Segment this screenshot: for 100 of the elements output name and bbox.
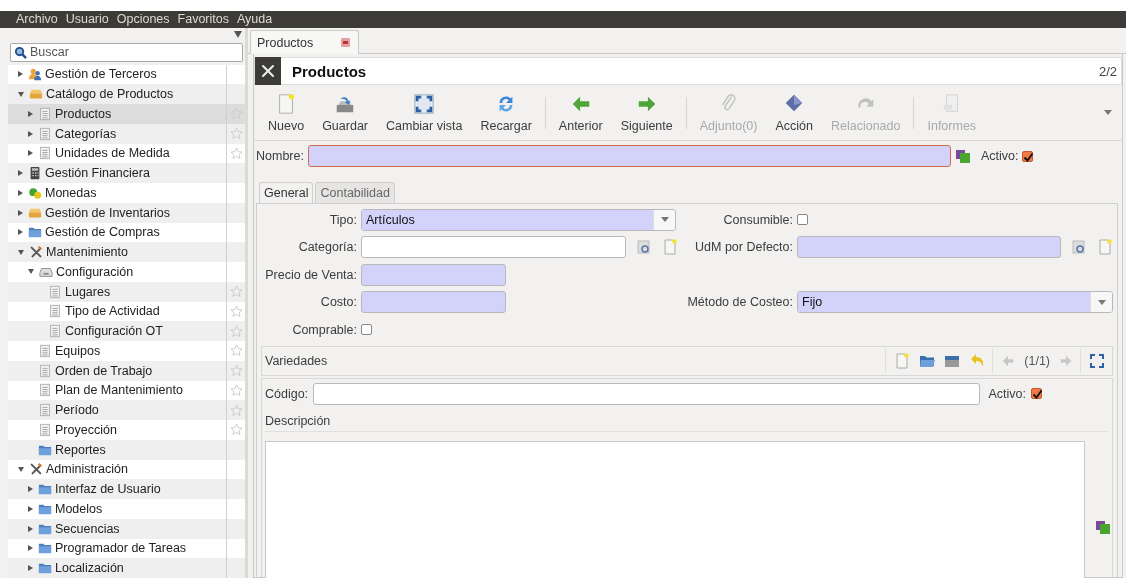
calculator-icon [28,166,42,181]
section-title: Variedades [265,353,329,368]
document-icon [38,383,52,398]
checkbox[interactable] [797,214,808,226]
tree-item-label: Gestión de Inventarios [45,205,171,220]
tree-row[interactable]: Secuencias [8,518,245,539]
expander-icon[interactable] [18,170,23,177]
tree-item-label: Interfaz de Usuario [55,482,161,497]
coins-icon [28,185,42,200]
expander-icon[interactable] [18,189,23,196]
tree-row[interactable]: Reportes [8,439,245,460]
expander-icon[interactable] [18,209,23,216]
document-icon [38,106,52,121]
field-label: Nombre: [256,149,304,163]
expander-icon[interactable] [28,150,33,157]
tree-row[interactable]: Orden de Trabajo [8,360,245,381]
expander-icon[interactable] [18,466,24,472]
field-label: Categoría: [297,240,357,255]
input-field[interactable] [361,291,506,314]
tree-row[interactable]: Configuración OT [8,321,245,341]
star-icon[interactable] [229,344,243,358]
action-button[interactable]: Acción [766,88,822,137]
menu-item[interactable]: Usuario [61,11,113,28]
close-icon[interactable] [341,38,351,47]
tools-icon [29,245,43,260]
star-icon[interactable] [229,423,243,437]
menu-item[interactable]: Favoritos [173,11,233,28]
new-button[interactable]: Nuevo [259,88,314,137]
checkbox[interactable] [361,324,372,336]
search-icon [14,45,27,59]
tree-item-label: Mantenimiento [46,245,128,260]
document-tab[interactable]: Productos [250,30,360,54]
form-tab[interactable]: General [259,182,314,204]
tree-item-label: Catálogo de Productos [46,87,174,102]
expander-icon[interactable] [18,71,23,78]
people-icon [28,67,42,82]
input-field[interactable] [797,236,1061,259]
previous-button[interactable]: Anterior [549,88,612,137]
star-icon[interactable] [229,403,243,417]
tree-row[interactable]: Mantenimiento [8,242,245,262]
tree-item-label: Reportes [55,442,106,457]
overlapping-squares-icon[interactable] [1095,518,1111,535]
pager-text: (1/1) [1024,353,1050,368]
switch-button[interactable]: Cambiar vista [377,88,472,137]
star-icon[interactable] [229,285,243,299]
form-tab[interactable]: Contabilidad [315,182,395,203]
checkbox[interactable] [1022,150,1034,162]
menu-item[interactable]: Ayuda [233,11,277,28]
input-field[interactable] [361,236,626,259]
expander-icon[interactable] [28,269,34,275]
search-field[interactable]: Buscar [10,42,243,62]
expander-icon[interactable] [28,486,33,493]
dropdown-field[interactable]: Artículos [361,208,676,231]
search-icon[interactable] [636,239,652,256]
tree-row[interactable]: Gestión Financiera [8,163,245,183]
field-label: Costo: [319,295,357,310]
tree-row[interactable]: Período [8,400,245,420]
expander-icon[interactable] [18,91,24,97]
star-icon[interactable] [229,127,243,141]
tree-row[interactable]: Productos [8,104,245,124]
expander-icon[interactable] [28,565,33,572]
tree-row[interactable]: Localización [8,558,245,578]
overlapping-squares-icon[interactable] [954,148,971,164]
expander-icon[interactable] [28,130,33,137]
expand-icon[interactable] [1089,352,1105,369]
input-field[interactable] [361,263,506,286]
star-icon[interactable] [229,146,243,160]
input-field[interactable] [307,145,951,167]
expander-icon[interactable] [28,525,33,532]
search-icon[interactable] [1071,239,1087,256]
tree-item-label: Gestión de Terceros [45,67,157,82]
tree-row[interactable]: Categorías [8,123,245,144]
document-icon [38,363,52,378]
expander-icon[interactable] [28,505,33,512]
dropdown-arrow-icon[interactable] [1104,110,1112,115]
tree-row[interactable]: Catálogo de Productos [8,84,245,104]
tree-row[interactable]: Gestión de Inventarios [8,202,245,223]
star-icon[interactable] [229,383,243,397]
checkbox[interactable] [1031,388,1042,399]
next-button[interactable]: Siguiente [611,88,682,137]
form-title: Productos [292,62,368,80]
star-icon[interactable] [229,324,243,338]
expander-icon[interactable] [28,110,33,117]
star-icon[interactable] [229,364,243,378]
field-label: UdM por Defecto: [694,240,793,255]
expander-icon[interactable] [18,249,24,255]
star-icon[interactable] [229,304,243,318]
menu-item[interactable]: Opciones [112,11,174,28]
reload-button[interactable]: Recargar [471,88,541,137]
input-field[interactable] [313,382,981,405]
save-button[interactable]: Guardar [313,88,377,137]
menu-item[interactable]: Archivo [12,11,62,28]
document-icon [38,403,52,418]
expander-icon[interactable] [28,545,33,552]
expand-icon [413,92,436,115]
tree-row[interactable]: Interfaz de Usuario [8,479,245,499]
tree-row[interactable]: Lugares [8,281,245,302]
dropdown-arrow-icon [660,217,669,223]
dropdown-field[interactable]: Fijo [797,291,1113,314]
expander-icon[interactable] [18,229,23,236]
